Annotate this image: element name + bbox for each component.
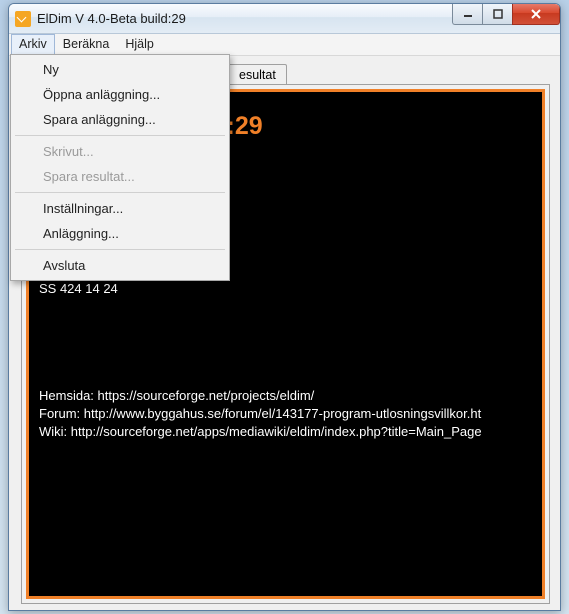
menu-hjalp[interactable]: Hjälp [117, 34, 162, 55]
menu-berakna[interactable]: Beräkna [55, 34, 118, 55]
menu-spara-resultat: Spara resultat... [13, 164, 227, 189]
menu-skrivut: Skrivut... [13, 139, 227, 164]
std-line: SS 424 14 24 [39, 280, 532, 298]
menu-spara-anlaggning[interactable]: Spara anläggning... [13, 107, 227, 132]
arkiv-dropdown: Ny Öppna anläggning... Spara anläggning.… [10, 54, 230, 281]
link-forum: Forum: http://www.byggahus.se/forum/el/1… [39, 405, 532, 423]
menu-separator [15, 135, 225, 136]
app-icon [15, 11, 31, 27]
maximize-button[interactable] [482, 4, 512, 25]
menu-ny[interactable]: Ny [13, 57, 227, 82]
menubar: Arkiv Beräkna Hjälp [9, 34, 560, 56]
menu-separator [15, 192, 225, 193]
minimize-button[interactable] [452, 4, 482, 25]
maximize-icon [493, 9, 503, 19]
menu-avsluta[interactable]: Avsluta [13, 253, 227, 278]
menu-arkiv[interactable]: Arkiv [11, 34, 55, 55]
close-button[interactable] [512, 4, 560, 25]
tab-resultat[interactable]: esultat [228, 64, 287, 85]
menu-separator [15, 249, 225, 250]
menu-installningar[interactable]: Inställningar... [13, 196, 227, 221]
minimize-icon [463, 9, 473, 19]
close-icon [530, 8, 542, 20]
window-controls [452, 4, 560, 25]
link-hemsida: Hemsida: https://sourceforge.net/project… [39, 387, 532, 405]
menu-anlaggning[interactable]: Anläggning... [13, 221, 227, 246]
menu-oppna-anlaggning[interactable]: Öppna anläggning... [13, 82, 227, 107]
titlebar: ElDim V 4.0-Beta build:29 [9, 4, 560, 34]
link-wiki: Wiki: http://sourceforge.net/apps/mediaw… [39, 423, 532, 441]
